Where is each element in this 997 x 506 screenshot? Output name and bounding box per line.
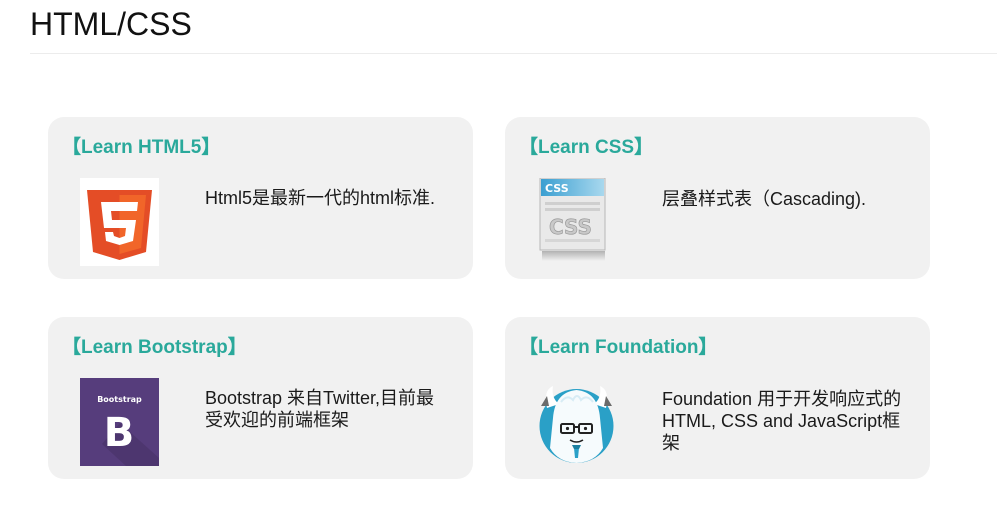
course-card-description: Bootstrap 来自Twitter,目前最受欢迎的前端框架 bbox=[205, 388, 435, 430]
course-card-title-link[interactable]: 【Learn CSS】 bbox=[519, 137, 653, 159]
course-card-description: Foundation 用于开发响应式的 HTML, CSS and JavaSc… bbox=[662, 389, 902, 453]
page: HTML/CSS 【Learn HTML5】 Html5是最新一代的html标准… bbox=[0, 0, 997, 506]
svg-text:B: B bbox=[104, 410, 135, 456]
title-divider bbox=[30, 53, 997, 54]
course-card-bootstrap[interactable]: 【Learn Bootstrap】 Bootstrap B Bootstrap … bbox=[48, 317, 473, 479]
svg-text:CSS: CSS bbox=[549, 215, 592, 239]
course-card-title-link[interactable]: 【Learn Foundation】 bbox=[519, 337, 717, 359]
course-card-foundation[interactable]: 【Learn Foundation】 Foundation 用于开发响应式的 H… bbox=[505, 317, 930, 479]
css-file-icon[interactable]: CSS CSS bbox=[537, 178, 616, 266]
course-card-title-link[interactable]: 【Learn Bootstrap】 bbox=[62, 337, 247, 359]
page-title: HTML/CSS bbox=[30, 6, 192, 42]
svg-text:CSS: CSS bbox=[545, 182, 569, 195]
course-card-title-link[interactable]: 【Learn HTML5】 bbox=[62, 137, 220, 159]
bootstrap-logo-label: Bootstrap bbox=[97, 395, 142, 404]
course-card-css[interactable]: 【Learn CSS】 CSS CSS 层叠样式表（Cascading). bbox=[505, 117, 930, 279]
course-card-description: Html5是最新一代的html标准. bbox=[205, 188, 436, 208]
foundation-yeti-icon[interactable] bbox=[537, 378, 616, 466]
bootstrap-logo-icon[interactable]: Bootstrap B bbox=[80, 378, 159, 466]
course-card-description: 层叠样式表（Cascading). bbox=[662, 189, 867, 209]
html5-logo-icon[interactable] bbox=[80, 178, 159, 266]
course-card-html5[interactable]: 【Learn HTML5】 Html5是最新一代的html标准. bbox=[48, 117, 473, 279]
